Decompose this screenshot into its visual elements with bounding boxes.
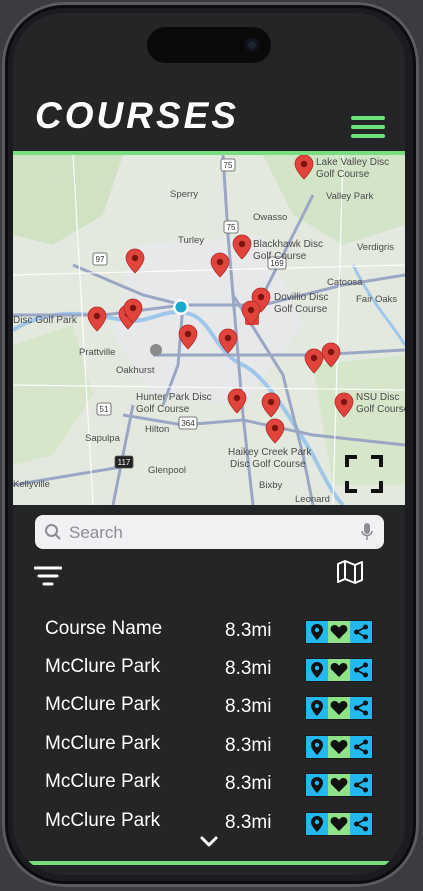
map-label: Lake Valley Disc [316, 157, 389, 168]
map-label: Golf Course [136, 404, 190, 415]
list-item[interactable]: McClure Park 8.3mi [13, 726, 405, 762]
map-label: Golf Course [274, 304, 328, 315]
pin-icon[interactable] [306, 621, 328, 643]
svg-text:75: 75 [227, 223, 236, 232]
map-canvas[interactable]: 75 97 169 75 51 364 117 Lake Valley Disc… [13, 155, 405, 505]
map-label: Bixby [259, 480, 282, 491]
dynamic-island [147, 27, 271, 63]
share-icon[interactable] [350, 813, 372, 835]
map-label: NSU Disc [356, 392, 399, 403]
map-label: Golf Course [253, 251, 307, 262]
screen: COURSES 75 97 169 75 51 364 117 Lake Val… [13, 13, 405, 875]
heart-icon[interactable] [328, 774, 350, 796]
svg-text:117: 117 [118, 458, 131, 467]
course-actions [305, 620, 373, 644]
course-name: McClure Park [45, 694, 161, 715]
course-distance: 8.3mi [225, 696, 272, 717]
svg-text:364: 364 [181, 419, 195, 428]
pin-icon[interactable] [306, 736, 328, 758]
mic-icon[interactable] [361, 523, 373, 541]
list-item[interactable]: McClure Park 8.3mi [13, 649, 405, 685]
map-label: Dovillio Disc [274, 292, 328, 303]
course-distance: 8.3mi [225, 658, 272, 679]
heart-icon[interactable] [328, 659, 350, 681]
share-icon[interactable] [350, 774, 372, 796]
menu-icon[interactable] [351, 116, 385, 142]
course-actions [305, 735, 373, 759]
fullscreen-icon[interactable] [345, 455, 383, 493]
course-name: McClure Park [45, 810, 161, 831]
map-label: Owasso [253, 212, 287, 223]
map-label: Blackhawk Disc [253, 239, 323, 250]
camera-icon [245, 38, 259, 52]
heart-icon[interactable] [328, 621, 350, 643]
map-label: Leonard [295, 494, 330, 505]
map-label: Haikey Creek Park [228, 447, 312, 458]
course-distance: 8.3mi [225, 735, 272, 756]
map-label: Disc Golf Park [13, 315, 78, 326]
heart-icon[interactable] [328, 813, 350, 835]
map-label: Golf Course [356, 404, 405, 415]
list-item[interactable]: McClure Park 8.3mi [13, 687, 405, 723]
map-label: Sapulpa [85, 433, 121, 444]
course-distance: 8.3mi [225, 812, 272, 833]
share-icon[interactable] [350, 621, 372, 643]
share-icon[interactable] [350, 736, 372, 758]
app-header: COURSES [13, 87, 405, 153]
map-label: Hunter Park Disc [136, 392, 212, 403]
search-bar[interactable] [35, 515, 384, 549]
course-actions [305, 696, 373, 720]
map-label: Prattville [79, 347, 115, 358]
map-label: Glenpool [148, 465, 186, 476]
pin-icon[interactable] [306, 813, 328, 835]
map-label: Oakhurst [116, 365, 155, 376]
svg-text:51: 51 [100, 405, 109, 414]
map-icon[interactable] [336, 559, 364, 585]
map-label: Catoosa [327, 277, 363, 288]
list-item[interactable]: McClure Park 8.3mi [13, 764, 405, 800]
chevron-down-icon[interactable] [198, 835, 220, 849]
share-icon[interactable] [350, 697, 372, 719]
map-label: Verdigris [357, 242, 394, 253]
list-item[interactable]: McClure Park 8.3mi [13, 803, 405, 839]
pin-icon[interactable] [306, 697, 328, 719]
bottom-divider [23, 861, 395, 865]
list-item[interactable]: Course Name 8.3mi [13, 611, 405, 647]
page-title: COURSES [35, 95, 239, 136]
course-distance: 8.3mi [225, 773, 272, 794]
svg-text:97: 97 [96, 255, 105, 264]
share-icon[interactable] [350, 659, 372, 681]
heart-icon[interactable] [328, 736, 350, 758]
course-name: McClure Park [45, 771, 161, 792]
map-label: Disc Golf Course [230, 459, 306, 470]
course-distance: 8.3mi [225, 620, 272, 641]
search-icon [45, 524, 61, 540]
heart-icon[interactable] [328, 697, 350, 719]
map-label: Sperry [170, 189, 198, 200]
map-label: Turley [178, 235, 204, 246]
map-view[interactable]: 75 97 169 75 51 364 117 Lake Valley Disc… [13, 155, 405, 505]
course-name: McClure Park [45, 733, 161, 754]
map-label: Hilton [145, 424, 169, 435]
svg-text:75: 75 [224, 161, 233, 170]
course-actions [305, 658, 373, 682]
pin-icon[interactable] [306, 774, 328, 796]
pin-icon[interactable] [306, 659, 328, 681]
course-actions [305, 773, 373, 797]
filter-icon[interactable] [34, 565, 62, 587]
map-label: Valley Park [326, 191, 374, 202]
course-actions [305, 812, 373, 836]
map-label: Golf Course [316, 169, 370, 180]
map-label: Kellyville [13, 479, 50, 490]
phone-frame: COURSES 75 97 169 75 51 364 117 Lake Val… [0, 0, 423, 891]
map-label: Fair Oaks [356, 294, 397, 305]
course-name: McClure Park [45, 656, 161, 677]
search-input[interactable] [67, 519, 361, 547]
course-name: Course Name [45, 618, 163, 639]
place-dot [150, 344, 162, 356]
